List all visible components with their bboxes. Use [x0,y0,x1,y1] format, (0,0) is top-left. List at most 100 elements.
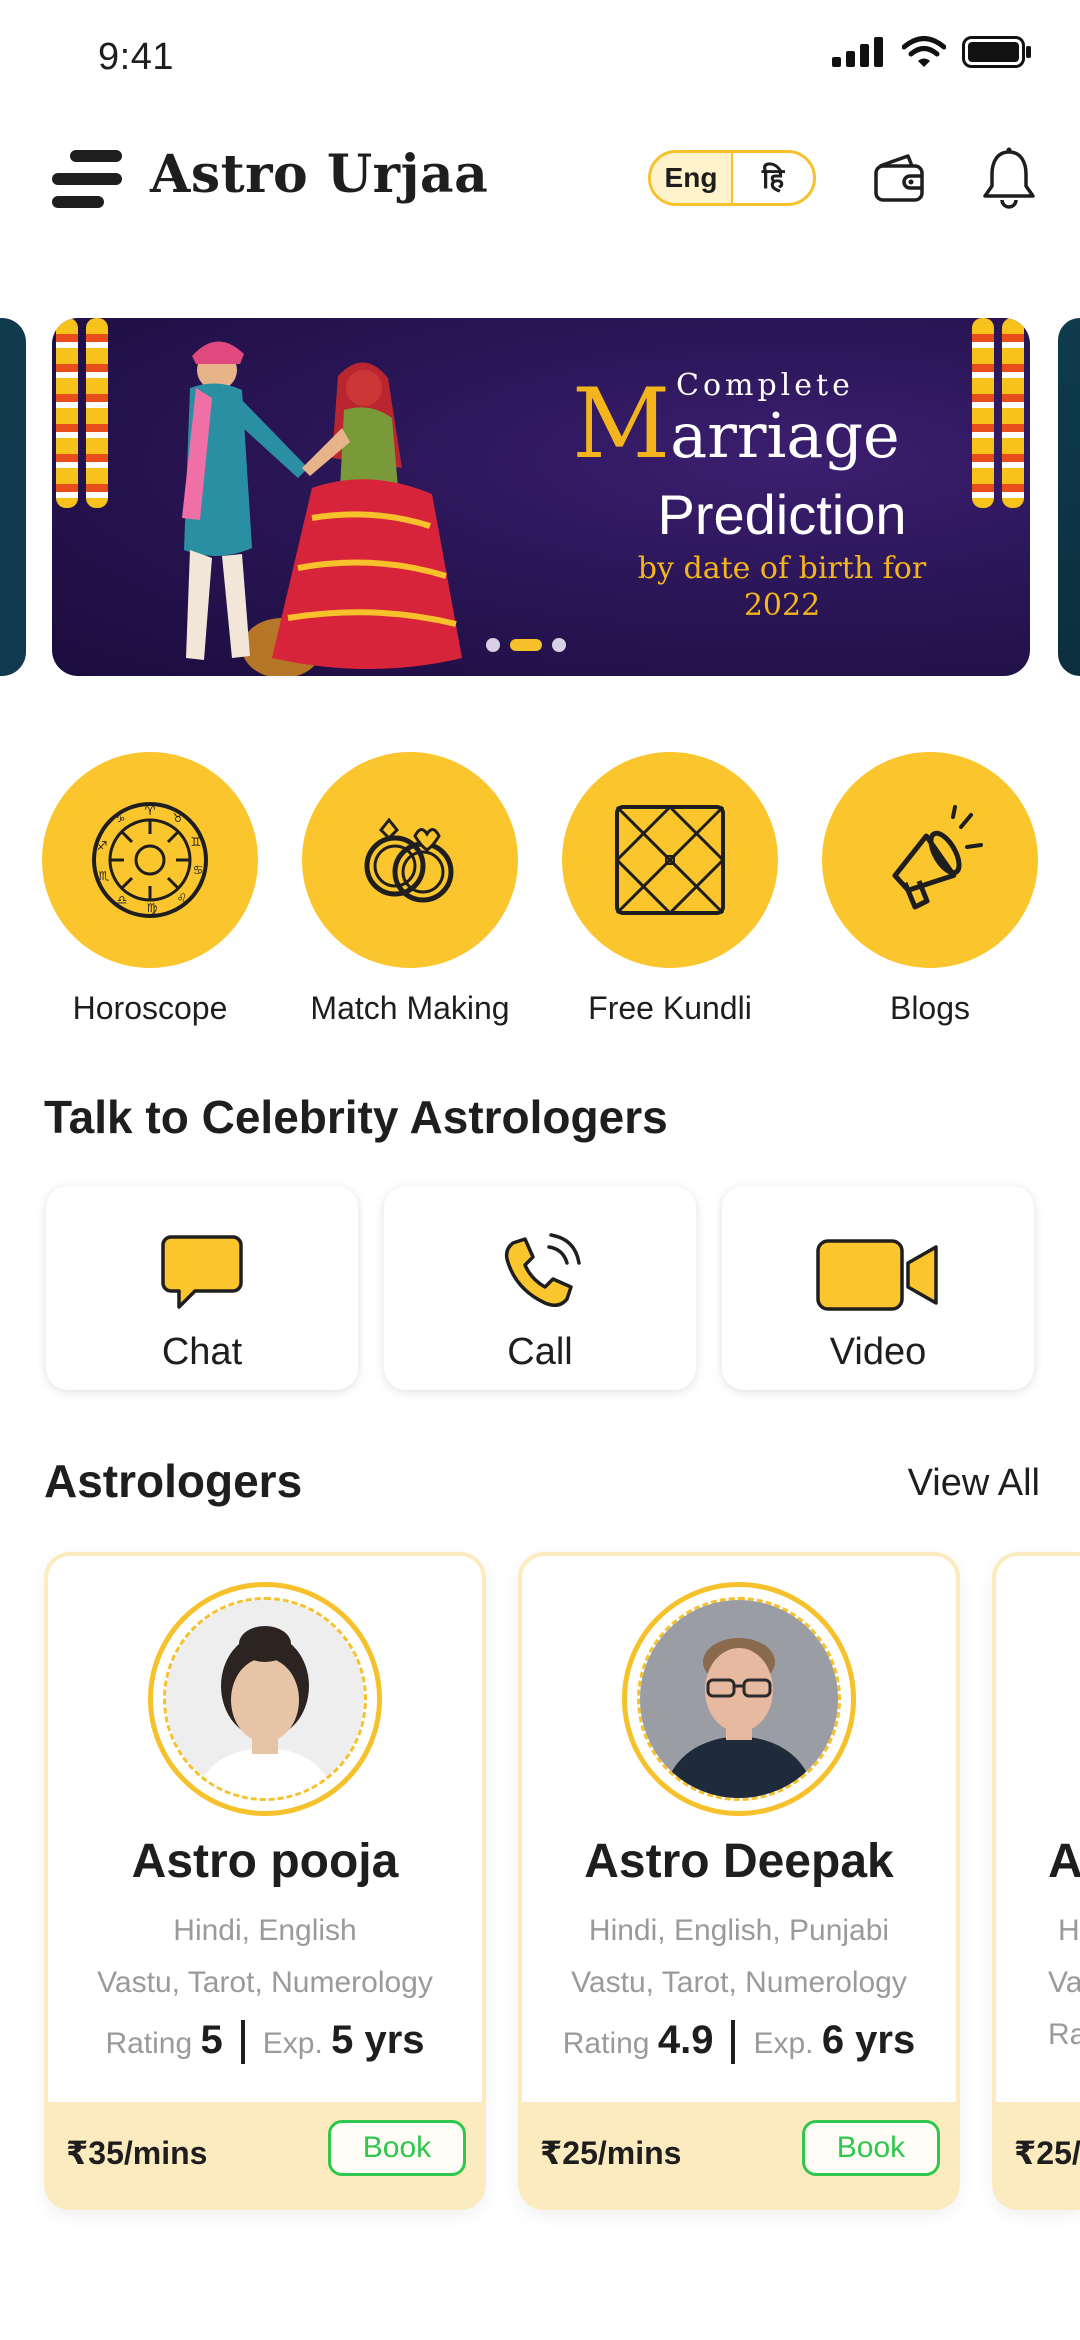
experience-value: 6 yrs [821,2018,916,2062]
banner-line-dob: by date of birth for [637,551,927,586]
service-label: Free Kundli [588,990,752,1026]
astrologer-languages: Hindi, English [173,1914,357,1947]
garland-decoration [56,318,78,508]
svg-text:♑: ♑ [115,811,126,825]
astrologer-stats: Rating [1048,2018,1080,2052]
banner-line-year: 2022 [743,588,821,623]
banner-initial: M [572,368,671,480]
language-toggle[interactable]: Eng हि [648,150,816,206]
kundli-chart-icon [614,804,726,916]
menu-icon[interactable] [50,148,124,210]
price-per-min: ₹25/ [1014,2135,1080,2171]
garland-decoration [1002,318,1024,508]
video-option[interactable]: Video [722,1186,1034,1390]
astrologer-photo [640,1600,838,1798]
rings-icon [364,817,454,903]
svg-text:♌: ♌ [177,891,188,905]
call-label: Call [507,1331,573,1373]
stats-divider [731,2020,736,2065]
video-camera-icon [816,1239,938,1311]
chat-label: Chat [161,1331,243,1373]
avatar [148,1582,382,1816]
svg-text:♋: ♋ [193,863,204,877]
wallet-icon[interactable] [872,150,928,206]
bell-icon[interactable] [980,146,1038,210]
service-match-making[interactable]: Match Making [302,752,518,1027]
banner-headline: Complete Marriage Prediction by date of … [572,368,992,623]
wedding-couple-illustration [182,341,462,676]
service-label: Match Making [310,990,510,1026]
book-button[interactable]: Book [802,2120,940,2176]
exp-label: Exp. [753,2027,814,2060]
carousel-indicators [486,638,566,652]
astrologer-photo [166,1600,364,1798]
astrologer-name: Astro pooja [131,1835,399,1888]
card-footer: ₹25/mins Book [522,2102,956,2206]
view-all-link[interactable]: View All [908,1462,1040,1505]
astrologers-title: Astrologers [44,1455,303,1507]
rating-value: 5 [200,2018,223,2062]
astrologer-languages: H [1058,1914,1080,1947]
book-button[interactable]: Book [328,2120,466,2176]
banner-next-peek[interactable] [1058,318,1080,676]
zodiac-wheel-icon: ♈ ♉ ♊ ♋ ♌ ♍ ♎ ♏ ♐ ♑ [92,802,208,918]
astrologer-languages: Hindi, English, Punjabi [588,1914,890,1947]
lang-english-option[interactable]: Eng [651,153,733,203]
svg-text:♉: ♉ [173,811,184,825]
call-option[interactable]: Call [384,1186,696,1390]
svg-text:♊: ♊ [191,835,202,849]
banner-line-prediction: Prediction [657,483,907,546]
stats-divider [240,2020,245,2065]
svg-text:♍: ♍ [147,901,158,915]
promo-banner[interactable]: Complete Marriage Prediction by date of … [52,318,1030,676]
carousel-dot[interactable] [552,638,566,652]
video-label: Video [829,1331,927,1373]
astrologer-card[interactable]: Astro pooja Hindi, English Vastu, Tarot,… [44,1552,486,2210]
banner-marriage-rest: arriage [670,399,900,472]
astrologer-skills: Vastu, Tarot, Numerology [97,1966,433,1999]
rating-value: 4.9 [657,2018,714,2062]
status-time: 9:41 [98,36,174,78]
chat-option[interactable]: Chat [46,1186,358,1390]
avatar [622,1582,856,1816]
astrologer-name: A [1048,1835,1080,1888]
experience-value: 5 yrs [331,2018,425,2062]
carousel-dot[interactable] [486,638,500,652]
svg-text:♐: ♐ [97,839,108,853]
carousel-dot-active[interactable] [510,639,542,651]
service-label: Horoscope [72,990,228,1026]
battery-icon [962,36,1031,68]
astrologer-skills: Vas [1048,1966,1080,1999]
svg-text:♏: ♏ [99,869,110,883]
rating-label: Rating [562,2027,650,2060]
banner-line-marriage: Marriage [572,368,992,480]
rating-label: Rating [1048,2018,1080,2051]
astrologer-stats: Rating 4.9 Exp. 6 yrs [522,2018,956,2070]
lang-hindi-option[interactable]: हि [733,153,813,203]
banner-prev-peek[interactable] [0,318,26,676]
rating-label: Rating [105,2027,193,2060]
phone-icon [504,1233,581,1307]
service-blogs[interactable]: Blogs [822,752,1038,1027]
status-icons [832,36,1032,68]
price-per-min: ₹35/mins [66,2135,208,2171]
signal-icon [832,37,883,67]
price-per-min: ₹25/mins [540,2135,682,2171]
app-title: Astro Urjaa [150,144,489,205]
chat-bubble-icon [161,1235,243,1309]
service-horoscope[interactable]: ♈ ♉ ♊ ♋ ♌ ♍ ♎ ♏ ♐ ♑ Horoscope [42,752,258,1027]
service-label: Blogs [889,990,971,1026]
megaphone-icon [892,805,983,910]
talk-section-title: Talk to Celebrity Astrologers [44,1091,668,1143]
card-footer: ₹25/ [996,2102,1080,2206]
card-footer: ₹35/mins Book [48,2102,482,2206]
astrologer-name: Astro Deepak [584,1835,894,1888]
astrologer-stats: Rating 5 Exp. 5 yrs [48,2018,482,2070]
astrologer-card[interactable]: Astro Deepak Hindi, English, Punjabi Vas… [518,1552,960,2210]
garland-decoration [86,318,108,508]
astrologer-card-peek[interactable]: A H Vas Rating ₹25/ [992,1552,1080,2210]
service-free-kundli[interactable]: Free Kundli [562,752,778,1027]
exp-label: Exp. [262,2027,323,2060]
wifi-icon [902,36,946,67]
svg-text:♎: ♎ [117,893,128,907]
